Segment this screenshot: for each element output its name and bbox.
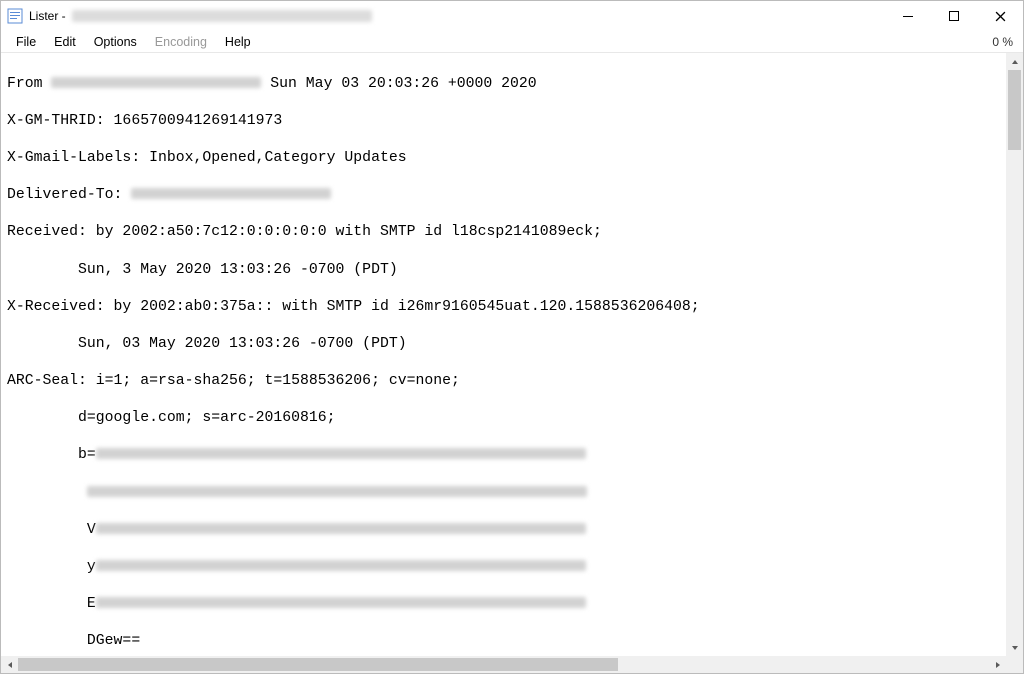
maximize-button[interactable] — [931, 1, 977, 31]
vscroll-thumb[interactable] — [1008, 70, 1021, 150]
scroll-down-icon[interactable] — [1006, 639, 1023, 656]
content-area: From Sun May 03 20:03:26 +0000 2020 X-GM… — [1, 53, 1023, 673]
menu-encoding[interactable]: Encoding — [146, 33, 216, 51]
scroll-up-icon[interactable] — [1006, 53, 1023, 70]
app-icon — [7, 8, 23, 24]
window-title-filename — [72, 10, 372, 22]
menubar: File Edit Options Encoding Help 0 % — [1, 31, 1023, 53]
vertical-scrollbar[interactable] — [1006, 53, 1023, 656]
titlebar: Lister - — [1, 1, 1023, 31]
menu-options[interactable]: Options — [85, 33, 146, 51]
menu-file[interactable]: File — [7, 33, 45, 51]
scroll-left-icon[interactable] — [1, 656, 18, 673]
close-button[interactable] — [977, 1, 1023, 31]
hscroll-thumb[interactable] — [18, 658, 618, 671]
lister-window: Lister - File Edit Options Encoding Help… — [0, 0, 1024, 674]
scroll-corner — [1006, 656, 1023, 673]
menu-edit[interactable]: Edit — [45, 33, 85, 51]
hscroll-track[interactable] — [18, 656, 989, 673]
horizontal-scrollbar[interactable] — [1, 656, 1006, 673]
minimize-button[interactable] — [885, 1, 931, 31]
position-percent: 0 % — [992, 35, 1017, 49]
menu-help[interactable]: Help — [216, 33, 260, 51]
scroll-right-icon[interactable] — [989, 656, 1006, 673]
vscroll-track[interactable] — [1006, 70, 1023, 639]
text-content[interactable]: From Sun May 03 20:03:26 +0000 2020 X-GM… — [1, 53, 1006, 656]
window-title: Lister - — [29, 9, 66, 23]
